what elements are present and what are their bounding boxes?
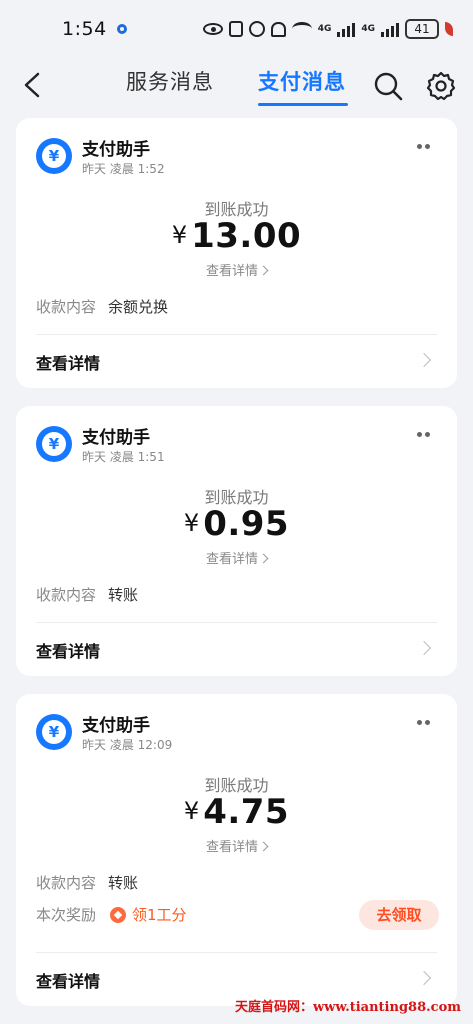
- watermark: 天庭首码网：www.tianting88.com: [234, 1000, 461, 1015]
- currency-symbol: ¥: [171, 221, 188, 249]
- search-icon[interactable]: [372, 70, 404, 102]
- mute-bell-icon: [270, 21, 286, 37]
- network-type-1: 4G: [317, 23, 332, 34]
- nfc-icon: [228, 21, 243, 37]
- content-value: 余额兑换: [108, 298, 169, 316]
- content-row: 收款内容 转账: [36, 872, 138, 893]
- payment-amount: ¥0.95: [16, 504, 457, 544]
- signal-2-icon: [381, 21, 399, 37]
- content-label: 收款内容: [36, 874, 97, 892]
- signal-1-icon: [337, 21, 356, 37]
- content-label: 收款内容: [36, 586, 97, 604]
- message-time: 昨天 凌晨 1:51: [82, 450, 165, 464]
- chevron-right-icon: [258, 553, 269, 564]
- view-details-link-label: 查看详情: [205, 264, 258, 279]
- payment-card: ¥ 支付助手 昨天 凌晨 12:09 到账成功 ¥4.75 查看详情 收款内容转…: [16, 694, 457, 1006]
- content-row: 收款内容 转账: [36, 584, 138, 605]
- sender-name: 支付助手: [82, 428, 150, 448]
- nav-header: 服务消息 支付消息: [0, 58, 473, 112]
- yen-icon: ¥: [42, 144, 66, 168]
- payment-amount: ¥13.00: [16, 216, 457, 256]
- alarm-icon: [248, 21, 265, 37]
- content-value: 转账: [108, 586, 139, 604]
- alipay-assistant-logo-icon: ¥: [36, 138, 72, 174]
- footer-label: 查看详情: [36, 354, 101, 373]
- amount-value: 13.00: [191, 216, 302, 256]
- content-row: 收款内容 余额兑换: [36, 296, 168, 317]
- status-icons: 4G 4G 41: [202, 19, 453, 39]
- view-details-link[interactable]: 查看详情: [16, 548, 457, 567]
- message-time: 昨天 凌晨 12:09: [82, 738, 173, 752]
- yen-icon: ¥: [42, 432, 66, 456]
- battery-level: 41: [405, 19, 439, 39]
- reward-points-icon: [110, 906, 127, 923]
- content-label: 收款内容: [36, 298, 97, 316]
- sender-name: 支付助手: [82, 140, 150, 160]
- currency-symbol: ¥: [183, 509, 200, 537]
- amount-value: 0.95: [203, 504, 290, 544]
- back-arrow-icon[interactable]: [22, 72, 44, 98]
- power-saving-leaf-icon: [445, 22, 453, 36]
- view-details-link-label: 查看详情: [205, 552, 258, 567]
- reward-label: 本次奖励: [36, 906, 97, 924]
- yen-icon: ¥: [42, 720, 66, 744]
- footer-label: 查看详情: [36, 972, 101, 991]
- more-options-icon[interactable]: [417, 432, 431, 438]
- alipay-assistant-logo-icon: ¥: [36, 426, 72, 462]
- chevron-right-icon: [258, 841, 269, 852]
- tab-service-messages[interactable]: 服务消息: [126, 66, 214, 96]
- payment-card: ¥ 支付助手 昨天 凌晨 1:51 到账成功 ¥0.95 查看详情 收款内容 转账…: [16, 406, 457, 676]
- active-tab-indicator: [258, 103, 348, 106]
- reward-row: 本次奖励 领1工分: [36, 904, 187, 925]
- payment-card: ¥ 支付助手 昨天 凌晨 1:52 到账成功 ¥13.00 查看详情 收款内容余…: [16, 118, 457, 388]
- wifi-icon: [291, 22, 312, 36]
- alipay-assistant-logo-icon: ¥: [36, 714, 72, 750]
- tab-payment-messages[interactable]: 支付消息: [258, 66, 346, 96]
- status-time: 1:54: [62, 18, 107, 40]
- notification-dot-icon: [116, 24, 127, 34]
- message-time: 昨天 凌晨 1:52: [82, 162, 165, 176]
- chevron-right-icon: [416, 352, 432, 368]
- eye-icon: [202, 23, 223, 35]
- payment-amount: ¥4.75: [16, 792, 457, 832]
- view-details-footer-button[interactable]: 查看详情: [16, 335, 457, 387]
- more-options-icon[interactable]: [417, 144, 431, 150]
- status-bar: 1:54 4G 4G 41: [0, 0, 473, 58]
- network-type-2: 4G: [361, 23, 375, 34]
- amount-value: 4.75: [203, 792, 290, 832]
- view-details-link[interactable]: 查看详情: [16, 836, 457, 855]
- content-value: 转账: [108, 874, 139, 892]
- view-details-footer-button[interactable]: 查看详情: [16, 623, 457, 675]
- reward-value: 领1工分: [132, 906, 187, 924]
- view-details-link-label: 查看详情: [205, 840, 258, 855]
- currency-symbol: ¥: [183, 797, 200, 825]
- more-options-icon[interactable]: [417, 720, 431, 726]
- view-details-link[interactable]: 查看详情: [16, 260, 457, 279]
- chevron-right-icon: [416, 970, 432, 986]
- gear-icon[interactable]: [425, 70, 457, 102]
- chevron-right-icon: [258, 265, 269, 276]
- sender-name: 支付助手: [82, 716, 150, 736]
- claim-reward-button[interactable]: 去领取: [359, 900, 439, 930]
- footer-label: 查看详情: [36, 642, 101, 661]
- chevron-right-icon: [416, 640, 432, 656]
